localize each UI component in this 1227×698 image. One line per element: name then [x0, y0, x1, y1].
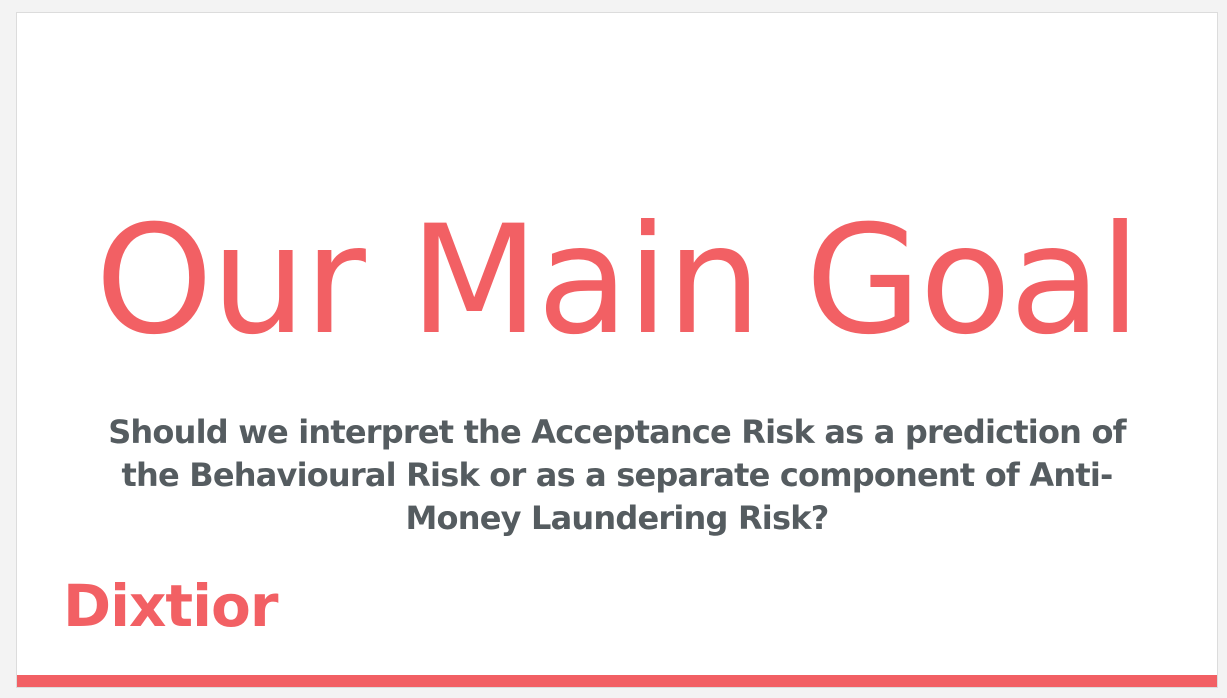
- slide-title: Our Main Goal: [95, 194, 1141, 368]
- dixtior-logo: Dixtior: [63, 572, 278, 640]
- bottom-accent-bar: [17, 675, 1217, 687]
- slide: Our Main Goal Should we interpret the Ac…: [16, 12, 1218, 688]
- slide-subtitle: Should we interpret the Acceptance Risk …: [108, 413, 1126, 537]
